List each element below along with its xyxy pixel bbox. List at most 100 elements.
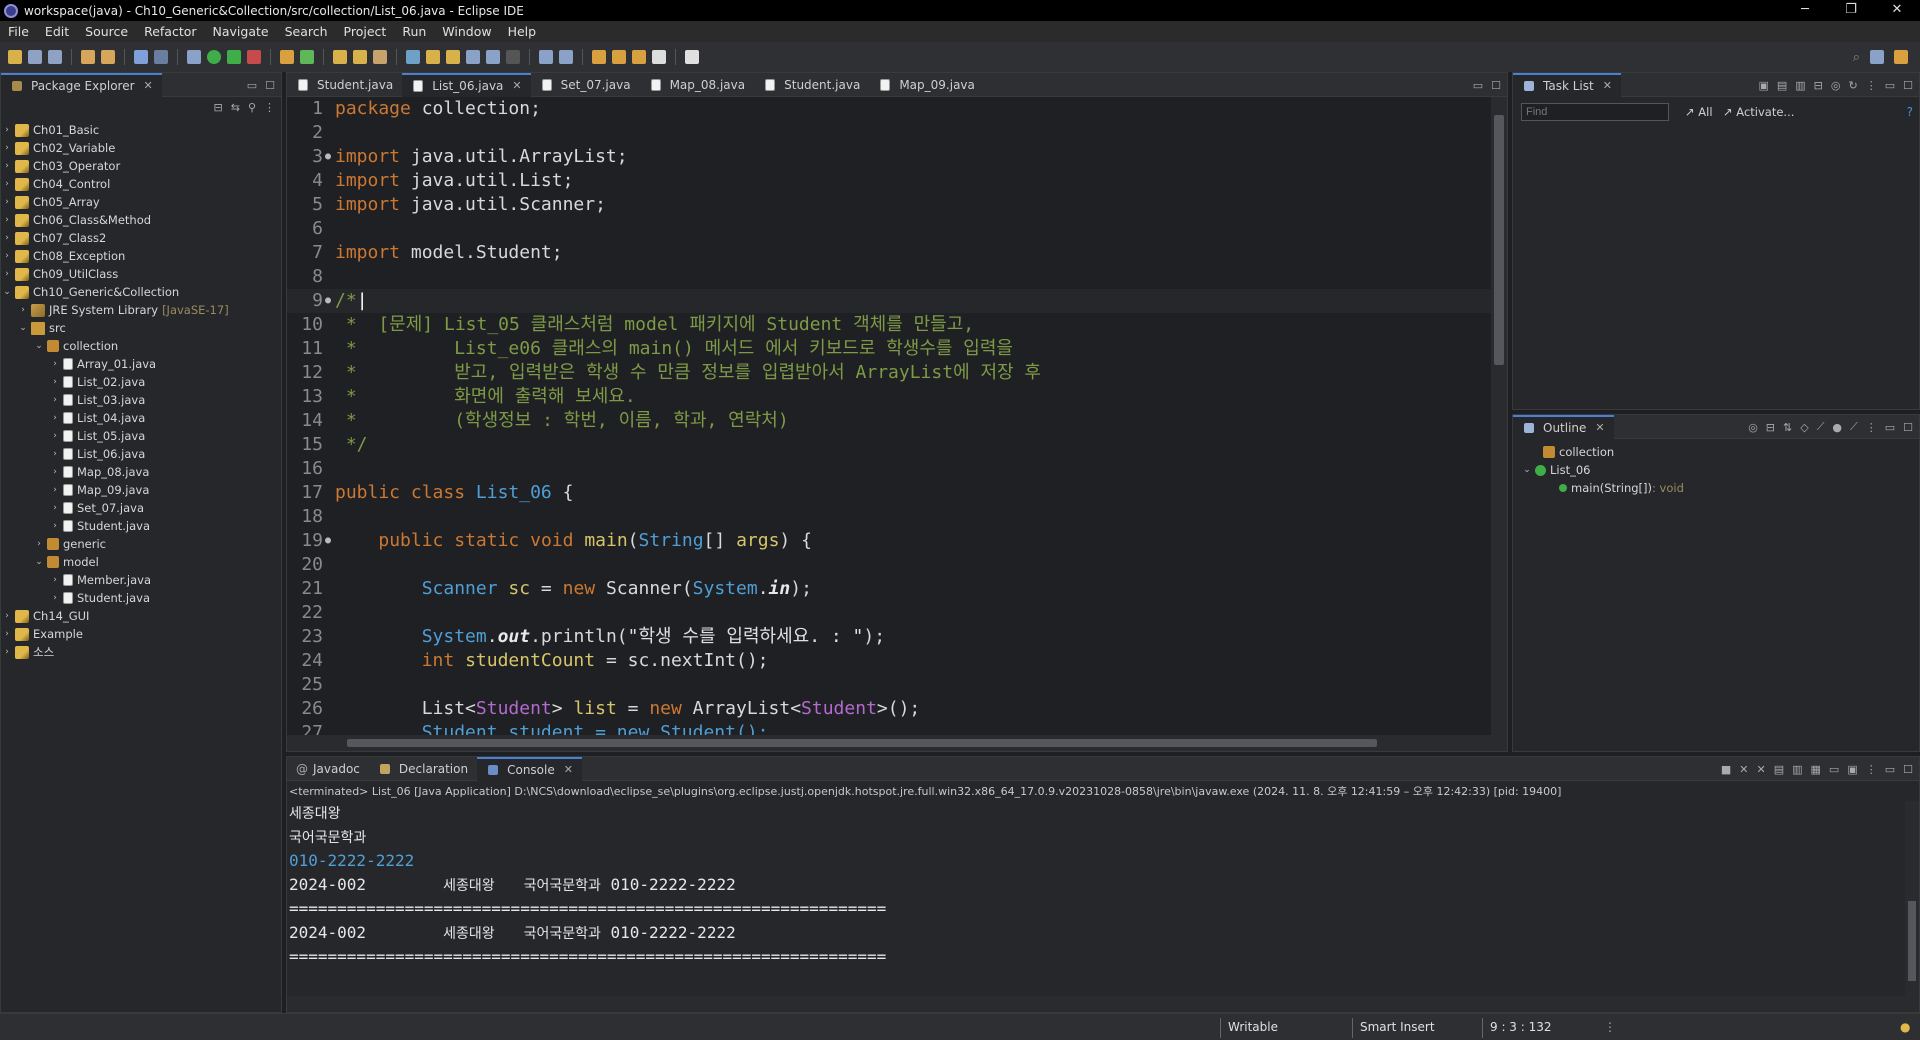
whitespace-icon[interactable]	[506, 50, 520, 64]
tree-item[interactable]: › generic	[1, 535, 281, 553]
terminate-icon[interactable]: ■	[1721, 763, 1731, 776]
tree-item[interactable]: › Example	[1, 625, 281, 643]
chevron-right-icon[interactable]: ›	[49, 503, 61, 513]
activate-link[interactable]: ↗ Activate...	[1723, 105, 1794, 119]
scroll-lock-icon[interactable]: ▤	[1774, 763, 1784, 776]
remove-launch-icon[interactable]: ✕	[1739, 763, 1748, 776]
chevron-right-icon[interactable]: ›	[49, 377, 61, 387]
tab-task-list[interactable]: Task List ✕	[1513, 72, 1621, 97]
outline-item[interactable]: main(String[]) : void	[1513, 479, 1919, 497]
tab-javadoc[interactable]: @ Javadoc	[287, 757, 369, 781]
chevron-right-icon[interactable]: ›	[1, 215, 13, 225]
tree-item[interactable]: › Ch09_UtilClass	[1, 265, 281, 283]
collapse-all-icon[interactable]: ⊟	[214, 101, 223, 114]
tree-item[interactable]: › Member.java	[1, 571, 281, 589]
menu-source[interactable]: Source	[77, 24, 136, 39]
console-output[interactable]: 세종대왕 국어국문학과 010-2222-2222 2024-002 세종대왕 …	[289, 801, 886, 969]
menu-edit[interactable]: Edit	[37, 24, 77, 39]
tree-item[interactable]: ⌄ collection	[1, 337, 281, 355]
tree-item[interactable]: › Student.java	[1, 517, 281, 535]
tab-student-java-2[interactable]: Student.java	[754, 73, 869, 97]
run-icon[interactable]	[207, 50, 221, 64]
remove-all-icon[interactable]: ✕	[1756, 763, 1765, 776]
hide-fields-icon[interactable]: ◇	[1800, 421, 1808, 434]
menu-run[interactable]: Run	[394, 24, 434, 39]
menu-navigate[interactable]: Navigate	[205, 24, 277, 39]
chevron-right-icon[interactable]: ›	[49, 467, 61, 477]
maximize-view-icon[interactable]: ☐	[265, 79, 275, 92]
tree-item[interactable]: ⌄ model	[1, 553, 281, 571]
filter-icon[interactable]: ⚲	[248, 101, 256, 114]
tree-item[interactable]: › List_04.java	[1, 409, 281, 427]
mark-occurrences-icon[interactable]	[426, 50, 440, 64]
chevron-right-icon[interactable]: ›	[49, 449, 61, 459]
menu-help[interactable]: Help	[500, 24, 545, 39]
chevron-right-icon[interactable]: ›	[1, 629, 13, 639]
sort-icon[interactable]: ⇅	[1783, 421, 1792, 434]
minimize-view-icon[interactable]: ▭	[1885, 763, 1895, 776]
chevron-right-icon[interactable]: ›	[1, 161, 13, 171]
chevron-right-icon[interactable]: ›	[17, 305, 29, 315]
java-perspective-icon[interactable]	[1894, 50, 1908, 64]
tree-item[interactable]: › List_03.java	[1, 391, 281, 409]
help-icon[interactable]: ?	[1907, 105, 1913, 119]
collapse-all-icon[interactable]: ⊟	[1766, 421, 1775, 434]
chevron-right-icon[interactable]: ›	[1, 233, 13, 243]
tree-item[interactable]: › Ch04_Control	[1, 175, 281, 193]
chevron-right-icon[interactable]: ›	[1, 611, 13, 621]
minimize-view-icon[interactable]: ▭	[1885, 79, 1895, 92]
chevron-down-icon[interactable]: ⌄	[1, 287, 13, 297]
tree-item[interactable]: › List_06.java	[1, 445, 281, 463]
close-icon[interactable]: ✕	[144, 79, 153, 92]
open-console-icon[interactable]: ▣	[1847, 763, 1857, 776]
word-wrap-icon[interactable]: ▥	[1792, 763, 1802, 776]
open-type-icon[interactable]	[333, 50, 347, 64]
chevron-right-icon[interactable]: ›	[1, 125, 13, 135]
new-java-project-icon[interactable]	[280, 50, 294, 64]
tree-item[interactable]: › Array_01.java	[1, 355, 281, 373]
tree-item[interactable]: › Map_09.java	[1, 481, 281, 499]
view-menu-icon[interactable]: ⋮	[1866, 763, 1877, 776]
tree-item[interactable]: › Map_08.java	[1, 463, 281, 481]
outline-item[interactable]: ⌄ List_06	[1513, 461, 1919, 479]
tree-item[interactable]: › Ch05_Array	[1, 193, 281, 211]
external-tools-icon[interactable]	[247, 50, 261, 64]
chevron-right-icon[interactable]: ›	[1, 179, 13, 189]
tree-item[interactable]: › List_05.java	[1, 427, 281, 445]
back-alt-icon[interactable]	[632, 50, 646, 64]
close-icon[interactable]: ✕	[1603, 79, 1612, 92]
fold-icon[interactable]: ●	[325, 145, 335, 169]
categorized-icon[interactable]: ▤	[1777, 79, 1787, 92]
chevron-right-icon[interactable]: ›	[1, 251, 13, 261]
chevron-right-icon[interactable]: ›	[49, 593, 61, 603]
chevron-right-icon[interactable]: ›	[1, 197, 13, 207]
maximize-view-icon[interactable]: ☐	[1903, 763, 1913, 776]
menu-refactor[interactable]: Refactor	[136, 24, 204, 39]
terminal-icon[interactable]	[134, 50, 148, 64]
tab-package-explorer[interactable]: Package Explorer ✕	[1, 72, 162, 97]
maximize-view-icon[interactable]: ☐	[1903, 79, 1913, 92]
new-icon[interactable]	[8, 50, 22, 64]
minimize-view-icon[interactable]: ▭	[1885, 421, 1895, 434]
redo-icon[interactable]	[101, 50, 115, 64]
maximize-view-icon[interactable]: ☐	[1903, 421, 1913, 434]
back-icon[interactable]	[612, 50, 626, 64]
skip-breakpoints-icon[interactable]	[154, 50, 168, 64]
maximize-view-icon[interactable]: ☐	[1491, 79, 1501, 92]
tree-item[interactable]: › Ch14_GUI	[1, 607, 281, 625]
chevron-right-icon[interactable]: ›	[1, 269, 13, 279]
menu-project[interactable]: Project	[336, 24, 395, 39]
code-editor[interactable]: 1 package collection; 2 3 ● import java.uti…	[287, 97, 1491, 735]
hide-local-types-icon[interactable]: ⟋	[1850, 420, 1858, 434]
chevron-right-icon[interactable]: ›	[1, 143, 13, 153]
tree-item[interactable]: › Student.java	[1, 589, 281, 607]
chevron-right-icon[interactable]: ›	[49, 485, 61, 495]
outline-item[interactable]: collection	[1513, 443, 1919, 461]
all-link[interactable]: ↗ All	[1685, 105, 1713, 119]
chevron-right-icon[interactable]: ›	[49, 521, 61, 531]
tab-map-08-java[interactable]: Map_08.java	[640, 73, 755, 97]
chevron-right-icon[interactable]: ›	[49, 431, 61, 441]
last-edit-icon[interactable]	[592, 50, 606, 64]
editor-vertical-scrollbar[interactable]	[1491, 97, 1507, 735]
sync-icon[interactable]: ↻	[1849, 79, 1858, 92]
